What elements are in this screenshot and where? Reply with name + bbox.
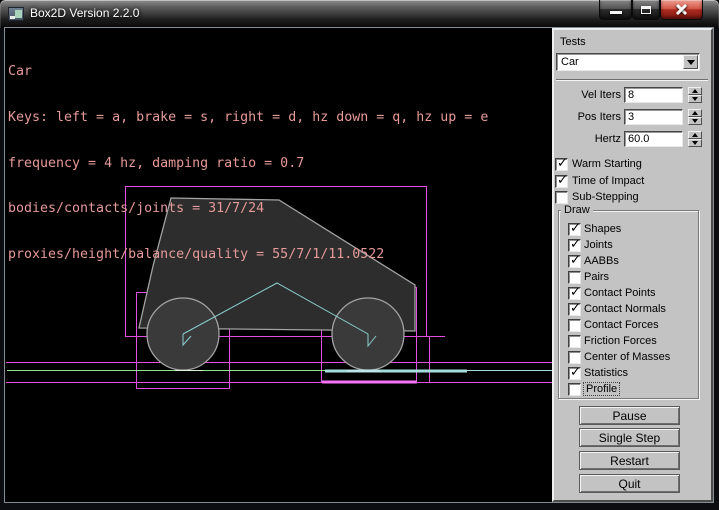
maximize-icon [641, 6, 651, 14]
minimize-icon [610, 11, 622, 14]
vel-iters-input[interactable] [624, 87, 683, 103]
tests-label: Tests [560, 36, 586, 48]
checkbox-label: Center of Masses [584, 351, 670, 363]
hertz-stepper [688, 131, 702, 147]
checkbox-label: Joints [584, 239, 613, 251]
spinner-down-button[interactable] [688, 95, 702, 103]
frequency-text: frequency = 4 hz, damping ratio = 0.7 [8, 156, 488, 171]
pause-button[interactable]: Pause [579, 406, 680, 425]
spinner-up-button[interactable] [688, 87, 702, 95]
app-icon [8, 7, 24, 21]
checkbox-box[interactable] [568, 303, 581, 316]
checkbox-label: Contact Forces [584, 319, 659, 331]
close-button[interactable] [660, 0, 703, 20]
spinner-up-button[interactable] [688, 109, 702, 117]
checkbox-label: Time of Impact [572, 175, 644, 187]
checkbox-label: AABBs [584, 255, 619, 267]
minimize-button[interactable] [599, 0, 632, 20]
tests-dropdown[interactable]: Car [556, 53, 700, 71]
bodies-stats-text: bodies/contacts/joints = 31/7/24 [8, 201, 488, 216]
app-window: Box2D Version 2.2.0 [0, 0, 719, 510]
arrow-up-icon [692, 111, 698, 115]
checkbox-box[interactable] [555, 175, 568, 188]
checkbox-box[interactable] [555, 158, 568, 171]
maximize-button[interactable] [632, 0, 660, 20]
pos-iters-row: Pos Iters [554, 109, 711, 125]
separator [556, 79, 708, 81]
checkbox-label: Contact Points [584, 287, 656, 299]
pos-iters-input[interactable] [624, 109, 683, 125]
arrow-down-icon [692, 119, 698, 123]
checkbox-label: Statistics [584, 367, 628, 379]
checkbox-box[interactable] [568, 239, 581, 252]
hertz-label: Hertz [554, 133, 621, 145]
checkbox-box[interactable] [568, 335, 581, 348]
ground-lines [7, 371, 552, 372]
vel-iters-label: Vel Iters [554, 89, 621, 101]
checkbox-box[interactable] [568, 223, 581, 236]
spinner-up-button[interactable] [688, 131, 702, 139]
hertz-input[interactable] [624, 131, 683, 147]
checkbox-box[interactable] [568, 287, 581, 300]
checkbox-label: Warm Starting [572, 158, 642, 170]
restart-button[interactable]: Restart [579, 451, 680, 470]
titlebar[interactable]: Box2D Version 2.2.0 [0, 0, 719, 28]
vel-iters-stepper [688, 87, 702, 103]
checkbox-box[interactable] [568, 383, 581, 396]
quit-button[interactable]: Quit [579, 474, 680, 493]
client-area: Car Keys: left = a, brake = s, right = d… [5, 28, 713, 502]
spinner-down-button[interactable] [688, 117, 702, 125]
checkbox-label: Pairs [584, 271, 609, 283]
debug-text: Car Keys: left = a, brake = s, right = d… [8, 34, 488, 292]
draw-group-label: Draw [561, 204, 593, 216]
checkbox-label: Profile [584, 383, 619, 395]
simulation-canvas[interactable]: Car Keys: left = a, brake = s, right = d… [5, 28, 552, 502]
checkbox-box[interactable] [568, 367, 581, 380]
close-icon [675, 3, 688, 16]
arrow-up-icon [692, 133, 698, 137]
checkbox-box[interactable] [555, 191, 568, 204]
arrow-down-icon [692, 97, 698, 101]
proxies-stats-text: proxies/height/balance/quality = 55/7/1/… [8, 247, 488, 262]
hertz-row: Hertz [554, 131, 711, 147]
pos-iters-stepper [688, 109, 702, 125]
spinner-down-button[interactable] [688, 139, 702, 147]
window-title: Box2D Version 2.2.0 [30, 0, 139, 27]
checkbox-box[interactable] [568, 255, 581, 268]
checkbox-box[interactable] [568, 271, 581, 284]
vel-iters-row: Vel Iters [554, 87, 711, 103]
arrow-up-icon [692, 89, 698, 93]
control-panel: Tests Car Vel Iters Pos Iters [552, 28, 713, 502]
single-step-button[interactable]: Single Step [579, 428, 680, 447]
test-name-text: Car [8, 64, 488, 79]
checkbox-label: Friction Forces [584, 335, 657, 347]
dropdown-arrow-button[interactable] [683, 55, 698, 69]
tests-dropdown-value: Car [561, 55, 579, 70]
checkbox-box[interactable] [568, 319, 581, 332]
checkbox-label: Shapes [584, 223, 621, 235]
pos-iters-label: Pos Iters [554, 111, 621, 123]
chevron-down-icon [687, 60, 695, 65]
checkbox-label: Contact Normals [584, 303, 666, 315]
checkbox-label: Sub-Stepping [572, 191, 639, 203]
arrow-down-icon [692, 141, 698, 145]
checkbox-box[interactable] [568, 351, 581, 364]
keys-help-text: Keys: left = a, brake = s, right = d, hz… [8, 110, 488, 125]
